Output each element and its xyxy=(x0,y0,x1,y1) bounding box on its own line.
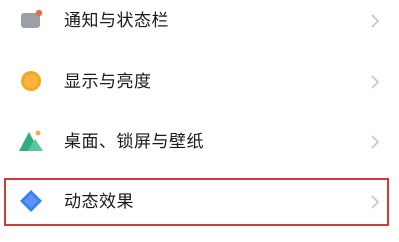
settings-item-desktop-lockscreen-wallpaper[interactable]: 桌面、锁屏与壁纸 xyxy=(0,120,399,164)
settings-item-label: 桌面、锁屏与壁纸 xyxy=(64,132,204,152)
chevron-right-icon xyxy=(371,14,380,28)
motion-diamond-icon xyxy=(20,190,42,212)
chevron-right-icon xyxy=(371,135,380,149)
settings-item-display-brightness[interactable]: 显示与亮度 xyxy=(0,60,399,104)
settings-item-label: 动态效果 xyxy=(64,192,134,212)
settings-item-label: 通知与状态栏 xyxy=(64,11,169,31)
notification-card-icon xyxy=(21,9,43,28)
settings-item-notification-status-bar[interactable]: 通知与状态栏 xyxy=(0,0,399,44)
brightness-sun-icon xyxy=(21,71,41,91)
wallpaper-mountain-icon xyxy=(19,130,43,151)
chevron-right-icon xyxy=(371,195,380,209)
chevron-right-icon xyxy=(371,75,380,89)
settings-item-label: 显示与亮度 xyxy=(64,72,152,92)
settings-item-motion-effects[interactable]: 动态效果 xyxy=(0,178,399,226)
